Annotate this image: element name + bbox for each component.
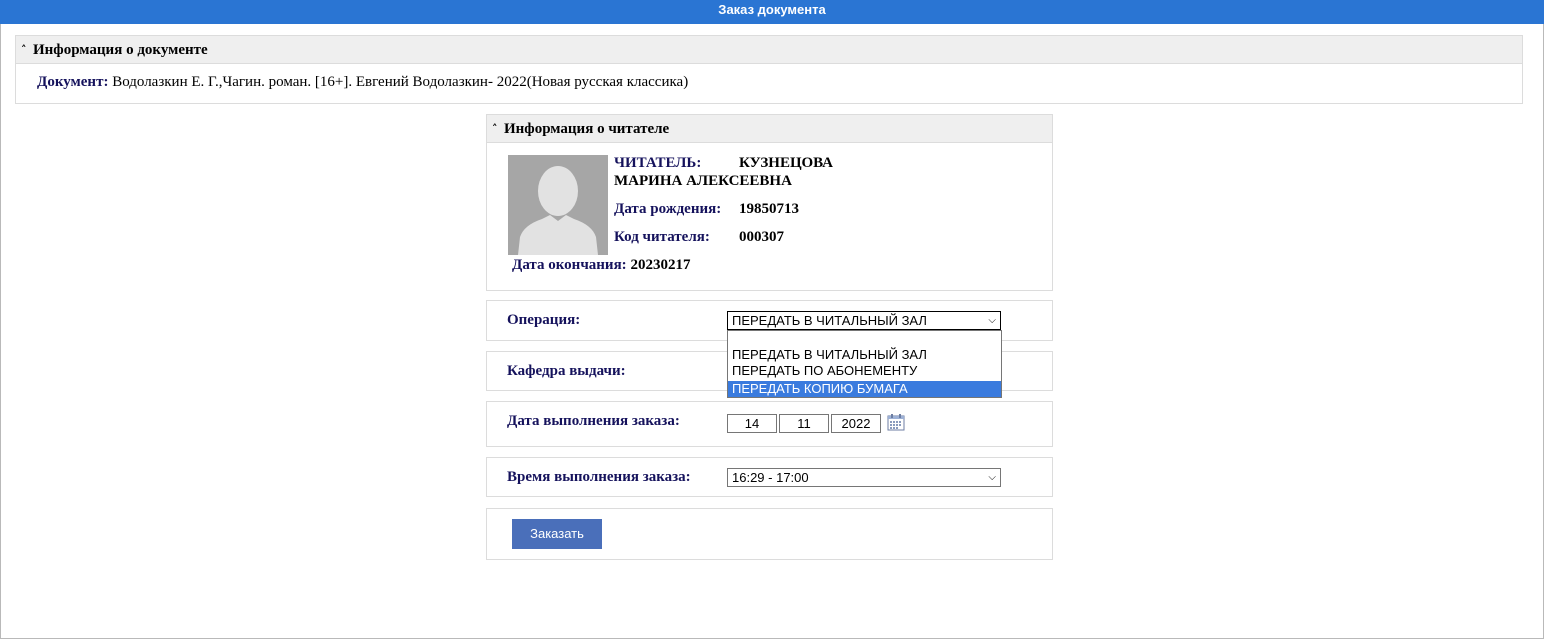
operation-label: Операция: [507,312,581,328]
chevron-down-icon: ⌵ [988,315,996,326]
chevron-down-icon: ⌵ [988,472,996,483]
reader-info-panel: ˄ Информация о читателе ЧИТАТЕЛЬ: КУЗНЕЦО… [486,114,1053,291]
operation-dropdown-list: ПЕРЕДАТЬ В ЧИТАЛЬНЫЙ ЗАЛ ПЕРЕДАТЬ ПО АБО… [727,330,1002,398]
collapse-icon[interactable]: ˄ [21,36,33,64]
reader-label: ЧИТАТЕЛЬ: [614,155,702,171]
reader-code-label: Код читателя: [614,229,710,245]
document-info-panel: ˄ Информация о документе Документ: Водола… [15,35,1523,104]
document-value: Водолазкин Е. Г.,Чагин. роман. [16+]. Ев… [112,74,689,90]
time-selected-value: 16:29 - 17:00 [732,470,809,485]
reader-surname: КУЗНЕЦОВА [739,155,834,171]
date-row: Дата выполнения заказа: 14 11 2022 [486,401,1053,447]
time-row: Время выполнения заказа: 16:29 - 17:00 ⌵ [486,457,1053,497]
end-date-value: 20230217 [630,257,691,273]
window-title-bar: Заказ документа [0,0,1544,24]
operation-option-subscription[interactable]: ПЕРЕДАТЬ ПО АБОНЕМЕНТУ [728,363,1001,379]
avatar [508,155,608,255]
birth-date-value: 19850713 [739,201,799,217]
collapse-icon[interactable]: ˄ [492,115,504,143]
birth-date-label: Дата рождения: [614,201,722,217]
date-month-input[interactable]: 11 [779,414,829,433]
reader-name: МАРИНА АЛЕКСЕЕВНА [614,173,792,189]
end-date-label: Дата окончания: [512,257,627,273]
user-silhouette-icon [508,155,608,255]
submit-row: Заказать [486,508,1053,560]
document-info-header[interactable]: ˄ Информация о документе [16,36,1522,64]
date-day-input[interactable]: 14 [727,414,777,433]
reader-info-title: Информация о читателе [504,121,670,137]
operation-option-reading-room[interactable]: ПЕРЕДАТЬ В ЧИТАЛЬНЫЙ ЗАЛ [728,347,1001,363]
department-label: Кафедра выдачи: [507,363,626,379]
date-label: Дата выполнения заказа: [507,413,680,429]
calendar-icon[interactable] [887,413,905,431]
operation-select[interactable]: ПЕРЕДАТЬ В ЧИТАЛЬНЫЙ ЗАЛ ⌵ [727,311,1001,330]
window-title: Заказ документа [718,2,826,17]
time-select[interactable]: 16:29 - 17:00 ⌵ [727,468,1001,487]
time-label: Время выполнения заказа: [507,469,691,485]
end-date-row: Дата окончания: 20230217 [512,257,690,274]
document-line: Документ: Водолазкин Е. Г.,Чагин. роман.… [16,64,1522,91]
reader-info-header[interactable]: ˄ Информация о читателе [487,115,1052,143]
reader-code-value: 000307 [739,229,784,245]
document-label: Документ: [37,74,109,90]
document-info-title: Информация о документе [33,42,208,58]
operation-option-empty[interactable] [728,331,1001,347]
order-button[interactable]: Заказать [512,519,602,549]
operation-option-paper-copy[interactable]: ПЕРЕДАТЬ КОПИЮ БУМАГА [728,381,1001,397]
date-year-input[interactable]: 2022 [831,414,881,433]
operation-selected-value: ПЕРЕДАТЬ В ЧИТАЛЬНЫЙ ЗАЛ [732,313,927,328]
